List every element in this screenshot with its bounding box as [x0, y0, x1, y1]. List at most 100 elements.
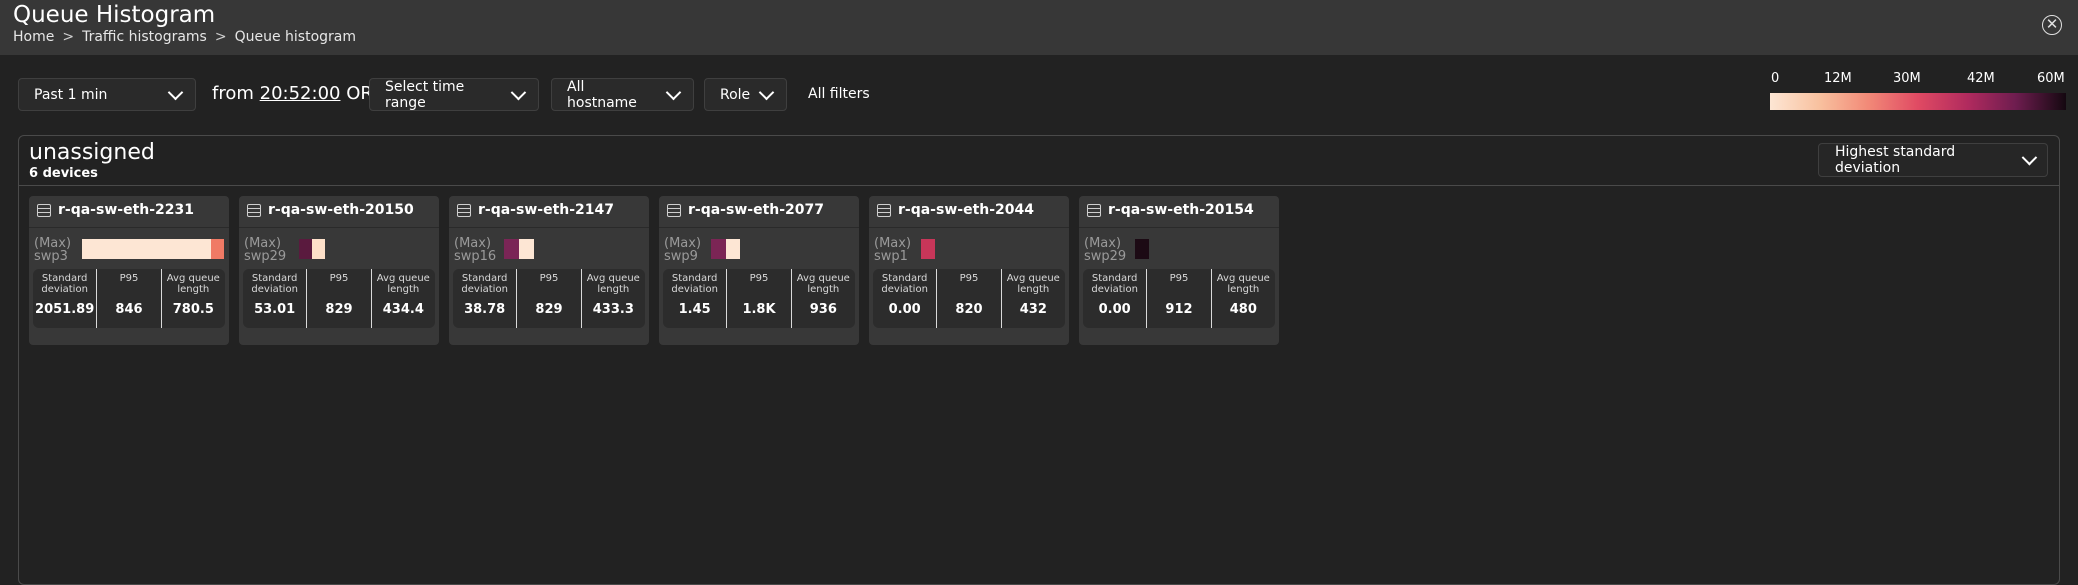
device-card[interactable]: r-qa-sw-eth-20154 (Max) swp29 Standard devi… — [1079, 196, 1279, 345]
stat-value: 846 — [115, 302, 143, 317]
switch-icon — [667, 204, 681, 217]
stat-value: 936 — [809, 302, 837, 317]
role-dropdown[interactable]: Role — [704, 78, 787, 111]
stat-value: 432 — [1019, 302, 1047, 317]
stat-label: Avg queue length — [586, 273, 640, 295]
stat-label: P95 — [119, 273, 139, 284]
hostname-dropdown[interactable]: All hostname — [551, 78, 694, 111]
stat-p95: P95 1.8K — [726, 269, 790, 328]
device-stats: Standard deviation 2051.89 P95 846 Avg queue… — [33, 269, 225, 328]
stat-std: Standard deviation 1.45 — [663, 269, 726, 328]
stat-label: Standard deviation — [41, 273, 88, 295]
all-filters-button[interactable]: All filters — [808, 86, 870, 102]
from-label: from — [212, 83, 254, 104]
stat-label: Standard deviation — [881, 273, 928, 295]
breadcrumb-separator: > — [214, 29, 227, 45]
port-label: swp29 — [1084, 249, 1127, 264]
device-card[interactable]: r-qa-sw-eth-20150 (Max) swp29 Standard devi… — [239, 196, 439, 345]
stat-value: 53.01 — [254, 302, 296, 317]
heatmap-cell — [82, 239, 95, 259]
breadcrumb-home[interactable]: Home — [13, 29, 54, 45]
stat-label: Standard deviation — [251, 273, 298, 295]
stat-value: 912 — [1165, 302, 1193, 317]
queue-heatmap[interactable] — [711, 239, 740, 259]
from-time-link[interactable]: 20:52:00 — [260, 83, 341, 104]
legend-tick: 30M — [1893, 71, 1921, 86]
heatmap-cell — [94, 239, 108, 259]
legend-tick: 60M — [2037, 71, 2065, 86]
device-card[interactable]: r-qa-sw-eth-2231 (Max) swp3 Standard deviat… — [29, 196, 229, 345]
stat-p95: P95 829 — [516, 269, 580, 328]
queue-heatmap[interactable] — [82, 239, 224, 259]
heatmap-cell — [921, 239, 935, 259]
time-range-dropdown[interactable]: Select time range — [369, 78, 539, 111]
switch-icon — [877, 204, 891, 217]
heatmap-cell — [146, 239, 160, 259]
stat-avg: Avg queue length 480 — [1210, 269, 1275, 328]
queue-heatmap[interactable] — [299, 239, 325, 259]
sort-dropdown[interactable]: Highest standard deviation — [1818, 143, 2048, 177]
device-name[interactable]: r-qa-sw-eth-2044 — [898, 202, 1034, 218]
hostname-label: All hostname — [567, 78, 637, 111]
device-name[interactable]: r-qa-sw-eth-20150 — [268, 202, 414, 218]
sort-label: Highest standard deviation — [1835, 144, 1956, 176]
stat-value: 820 — [955, 302, 983, 317]
device-name[interactable]: r-qa-sw-eth-2231 — [58, 202, 194, 218]
breadcrumb-traffic-histograms[interactable]: Traffic histograms — [82, 29, 207, 45]
device-card-header: r-qa-sw-eth-2077 — [659, 196, 859, 228]
breadcrumb-separator: > — [62, 29, 75, 45]
stat-value: 0.00 — [1098, 302, 1131, 317]
device-card[interactable]: r-qa-sw-eth-2077 (Max) swp9 Standard deviat… — [659, 196, 859, 345]
switch-icon — [37, 204, 51, 217]
stat-std: Standard deviation 0.00 — [873, 269, 936, 328]
heatmap-cell — [159, 239, 173, 259]
stat-p95: P95 912 — [1146, 269, 1210, 328]
stat-label: Avg queue length — [376, 273, 430, 295]
filter-bar: Past 1 min from 20:52:00 OR Select time … — [0, 77, 1720, 113]
legend-tick: 0 — [1771, 71, 1780, 86]
stat-label: Standard deviation — [461, 273, 508, 295]
device-card[interactable]: r-qa-sw-eth-2044 (Max) swp1 Standard deviat… — [869, 196, 1069, 345]
page-title: Queue Histogram — [13, 2, 216, 28]
device-stats: Standard deviation 0.00 P95 912 Avg queue le… — [1083, 269, 1275, 328]
port-label: swp9 — [664, 249, 698, 264]
heatmap-cell — [519, 239, 534, 259]
device-name[interactable]: r-qa-sw-eth-20154 — [1108, 202, 1254, 218]
heatmap-cell — [725, 239, 740, 259]
legend-gradient-bar — [1770, 93, 2066, 110]
time-range-label: Select time range — [385, 78, 465, 111]
queue-heatmap[interactable] — [504, 239, 534, 259]
device-card[interactable]: r-qa-sw-eth-2147 (Max) swp16 Standard devia… — [449, 196, 649, 345]
device-card-header: r-qa-sw-eth-2231 — [29, 196, 229, 228]
queue-heatmap[interactable] — [1135, 239, 1149, 259]
queue-heatmap[interactable] — [921, 239, 935, 259]
chevron-down-icon — [758, 84, 775, 100]
port-label: swp16 — [454, 249, 497, 264]
stat-value: 780.5 — [172, 302, 214, 317]
stat-label: Avg queue length — [1216, 273, 1270, 295]
device-stats: Standard deviation 53.01 P95 829 Avg queue l… — [243, 269, 435, 328]
device-card-header: r-qa-sw-eth-2147 — [449, 196, 649, 228]
group-name: unassigned — [29, 140, 155, 165]
stat-std: Standard deviation 53.01 — [243, 269, 306, 328]
switch-icon — [1087, 204, 1101, 217]
stat-label: P95 — [329, 273, 349, 284]
device-stats: Standard deviation 38.78 P95 829 Avg queue l… — [453, 269, 645, 328]
stat-avg: Avg queue length 432 — [1000, 269, 1065, 328]
stat-label: P95 — [1169, 273, 1189, 284]
stat-value: 1.45 — [678, 302, 711, 317]
device-name[interactable]: r-qa-sw-eth-2077 — [688, 202, 824, 218]
device-card-header: r-qa-sw-eth-20150 — [239, 196, 439, 228]
heatmap-cell — [1135, 239, 1149, 259]
stat-value: 0.00 — [888, 302, 921, 317]
stat-std: Standard deviation 38.78 — [453, 269, 516, 328]
chevron-down-icon — [665, 84, 682, 100]
device-name[interactable]: r-qa-sw-eth-2147 — [478, 202, 614, 218]
close-icon[interactable]: ✕ — [2042, 15, 2062, 35]
stat-p95: P95 829 — [306, 269, 370, 328]
stat-avg: Avg queue length 936 — [790, 269, 855, 328]
time-preset-label: Past 1 min — [34, 86, 108, 103]
stat-avg: Avg queue length 780.5 — [160, 269, 225, 328]
time-preset-dropdown[interactable]: Past 1 min — [18, 78, 196, 111]
stat-value: 433.3 — [592, 302, 634, 317]
